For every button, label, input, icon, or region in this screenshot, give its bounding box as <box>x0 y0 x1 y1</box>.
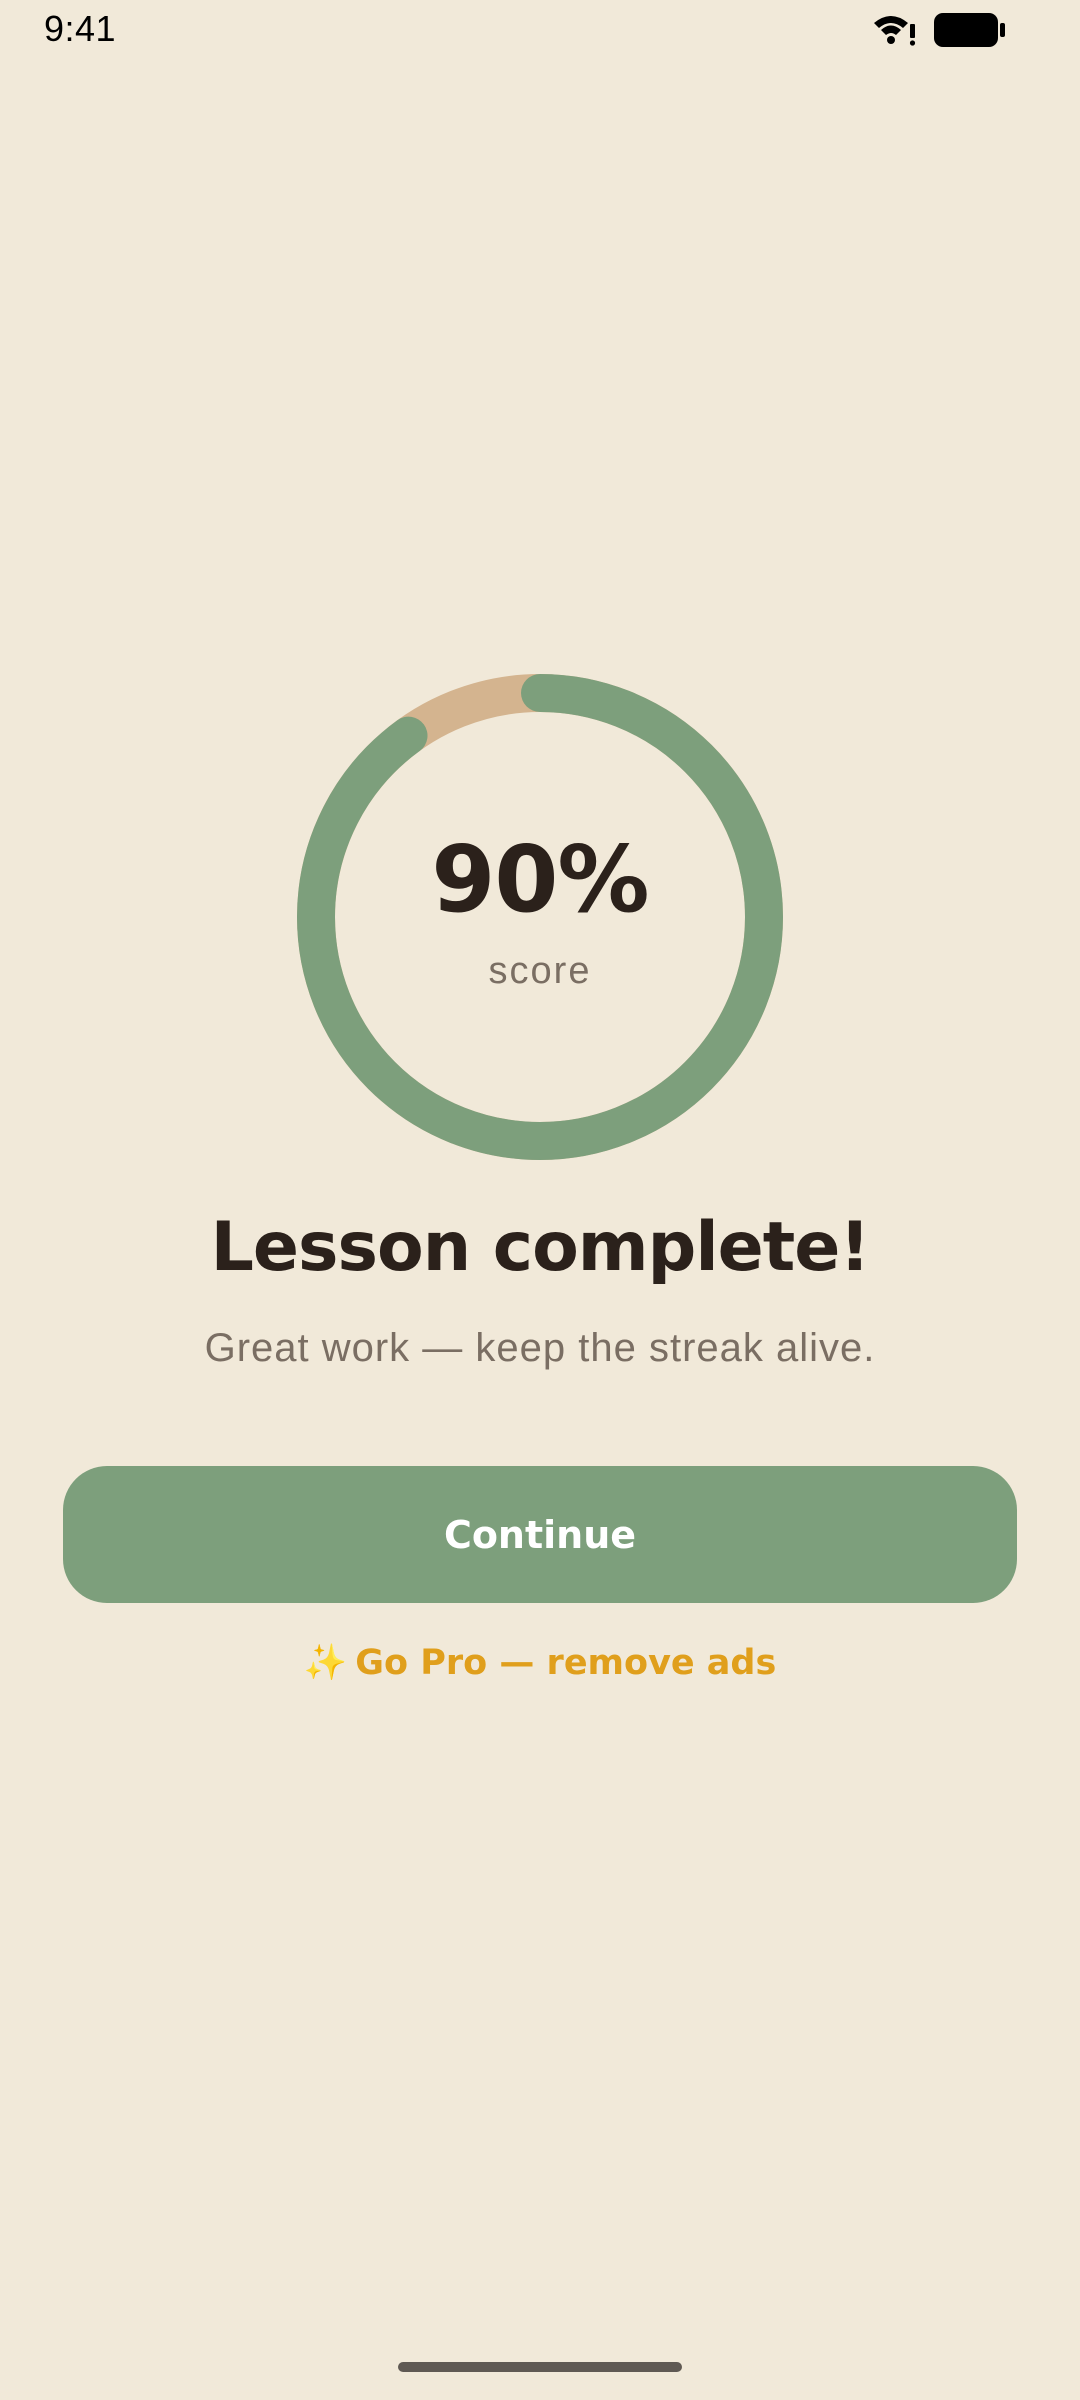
lesson-complete-title: Lesson complete! <box>210 1208 871 1287</box>
status-bar: 9:41 <box>0 0 1080 60</box>
score-caption: score <box>488 950 592 992</box>
score-value: 90% <box>431 826 649 933</box>
encouragement-subtitle: Great work — keep the streak alive. <box>204 1326 876 1370</box>
go-pro-label: Go Pro — remove ads <box>355 1643 777 1683</box>
go-pro-link[interactable]: ✨ Go Pro — remove ads <box>0 1642 1080 1683</box>
score-ring: 90% score <box>297 674 783 1160</box>
wifi-icon <box>872 12 918 48</box>
continue-button[interactable]: Continue <box>63 1466 1017 1603</box>
home-indicator[interactable] <box>398 2362 682 2372</box>
status-time: 9:41 <box>44 8 117 49</box>
sparkles-icon: ✨ <box>303 1643 348 1683</box>
battery-icon <box>934 13 1006 47</box>
